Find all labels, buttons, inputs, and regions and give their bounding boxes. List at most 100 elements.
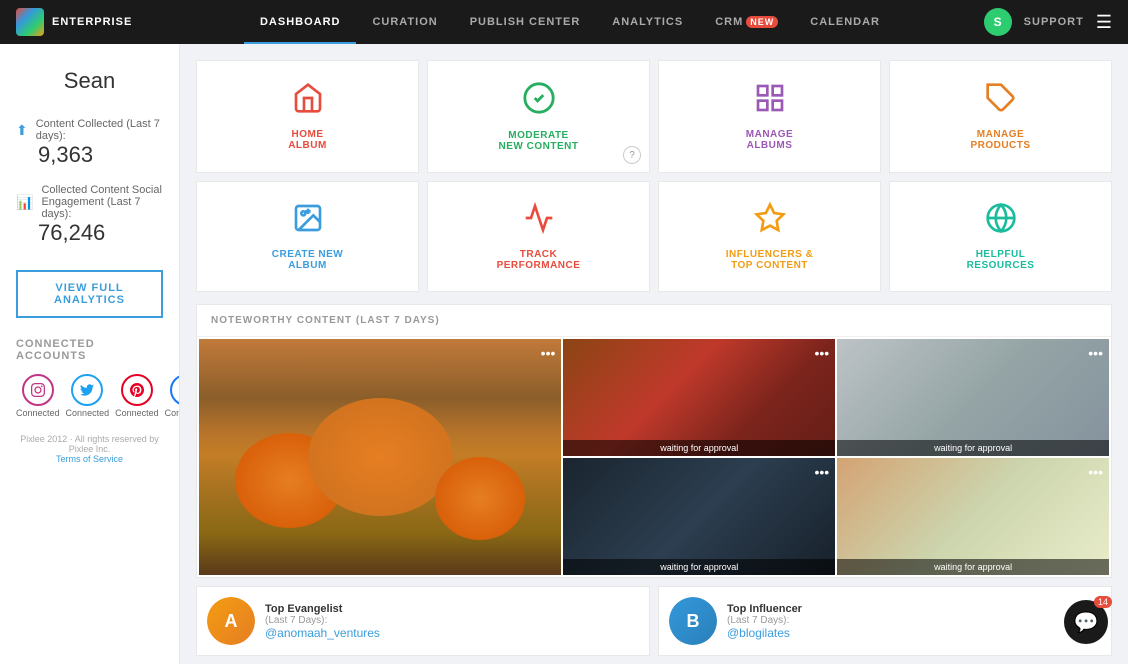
tile-home-album[interactable]: HOMEALBUM bbox=[196, 60, 419, 173]
help-icon[interactable]: ? bbox=[623, 146, 641, 164]
support-link[interactable]: SUPPORT bbox=[1024, 16, 1084, 28]
moderate-icon bbox=[522, 81, 556, 122]
tile-helpful[interactable]: HELPFULRESOURCES bbox=[889, 181, 1112, 292]
influencer-handle[interactable]: @blogilates bbox=[727, 626, 802, 640]
stat-engagement-value: 76,246 bbox=[16, 220, 163, 246]
influencers-icon bbox=[754, 202, 786, 241]
tile-manage-products[interactable]: MANAGEPRODUCTS bbox=[889, 60, 1112, 173]
chart-icon: 📊 bbox=[16, 194, 33, 211]
image-status-2: waiting for approval bbox=[563, 440, 835, 456]
influencer-period: (Last 7 Days): bbox=[727, 615, 802, 626]
instagram-status: Connected bbox=[16, 408, 60, 418]
image-options-5-icon[interactable]: ••• bbox=[1088, 464, 1103, 480]
stat-engagement-header: 📊 Collected Content Social Engagement (L… bbox=[16, 184, 163, 220]
facebook-icon[interactable] bbox=[170, 374, 180, 406]
noteworthy-section: NOTEWORTHY CONTENT (LAST 7 DAYS) ••• bbox=[196, 304, 1112, 578]
helpful-icon bbox=[985, 202, 1017, 241]
nav-right: S SUPPORT ☰ bbox=[984, 8, 1112, 36]
stat-engagement-label: Collected Content Social Engagement (Las… bbox=[41, 184, 163, 220]
view-full-analytics-button[interactable]: VIEW FULL ANALYTICS bbox=[16, 270, 163, 318]
user-avatar[interactable]: S bbox=[984, 8, 1012, 36]
nav-curation[interactable]: CURATION bbox=[356, 0, 453, 44]
tile-create-album[interactable]: CREATE NEWALBUM bbox=[196, 181, 419, 292]
noteworthy-image-tech[interactable]: ••• waiting for approval bbox=[563, 458, 835, 575]
social-accounts: Connected Connected Connected bbox=[16, 374, 163, 418]
tile-create-album-label: CREATE NEWALBUM bbox=[272, 249, 343, 271]
nav-links: DASHBOARD CURATION PUBLISH CENTER ANALYT… bbox=[156, 0, 983, 44]
home-icon bbox=[292, 82, 324, 121]
evangelist-period: (Last 7 Days): bbox=[265, 615, 380, 626]
connected-accounts-header: CONNECTED ACCOUNTS bbox=[16, 338, 163, 362]
track-icon bbox=[523, 202, 555, 241]
noteworthy-image-spa[interactable]: ••• waiting for approval bbox=[837, 458, 1109, 575]
noteworthy-header: NOTEWORTHY CONTENT (LAST 7 DAYS) bbox=[197, 305, 1111, 337]
manage-products-icon bbox=[985, 82, 1017, 121]
tile-manage-products-label: MANAGEPRODUCTS bbox=[970, 129, 1030, 151]
nav-calendar[interactable]: CALENDAR bbox=[794, 0, 896, 44]
tile-moderate-label: MODERATENEW CONTENT bbox=[499, 130, 579, 152]
facebook-status: Connected bbox=[165, 408, 180, 418]
noteworthy-image-large[interactable]: ••• bbox=[199, 339, 561, 575]
chat-bubble[interactable]: 💬 14 bbox=[1064, 600, 1108, 644]
stat-content-value: 9,363 bbox=[16, 142, 163, 168]
chat-badge: 14 bbox=[1094, 596, 1112, 608]
top-evangelist-card: A Top Evangelist (Last 7 Days): @anomaah… bbox=[196, 586, 650, 656]
social-instagram: Connected bbox=[16, 374, 60, 418]
tile-track[interactable]: TRACKPERFORMANCE bbox=[427, 181, 650, 292]
manage-albums-icon bbox=[754, 82, 786, 121]
pinterest-icon[interactable] bbox=[121, 374, 153, 406]
image-status-5: waiting for approval bbox=[837, 559, 1109, 575]
tile-manage-albums[interactable]: MANAGEALBUMS bbox=[658, 60, 881, 173]
stat-engagement: 📊 Collected Content Social Engagement (L… bbox=[16, 184, 163, 246]
nav-dashboard[interactable]: DASHBOARD bbox=[244, 0, 357, 44]
pinterest-status: Connected bbox=[115, 408, 159, 418]
sidebar: Sean ⬆ Content Collected (Last 7 days): … bbox=[0, 44, 180, 664]
stat-content-label: Content Collected (Last 7 days): bbox=[36, 118, 163, 142]
noteworthy-image-fashion[interactable]: ••• waiting for approval bbox=[563, 339, 835, 456]
image-status-4: waiting for approval bbox=[563, 559, 835, 575]
app-name: ENTERPRISE bbox=[52, 16, 132, 28]
tile-moderate[interactable]: MODERATENEW CONTENT ? bbox=[427, 60, 650, 173]
upload-icon: ⬆ bbox=[16, 122, 28, 139]
image-options-3-icon[interactable]: ••• bbox=[1088, 345, 1103, 361]
instagram-icon[interactable] bbox=[22, 374, 54, 406]
tile-manage-albums-label: MANAGEALBUMS bbox=[746, 129, 793, 151]
tile-influencers[interactable]: INFLUENCERS &TOP CONTENT bbox=[658, 181, 881, 292]
menu-icon[interactable]: ☰ bbox=[1096, 12, 1112, 33]
tiles-grid: HOMEALBUM MODERATENEW CONTENT ? bbox=[196, 60, 1112, 292]
noteworthy-image-room[interactable]: ••• waiting for approval bbox=[837, 339, 1109, 456]
twitter-icon[interactable] bbox=[71, 374, 103, 406]
evangelist-handle[interactable]: @anomaah_ventures bbox=[265, 626, 380, 640]
image-options-4-icon[interactable]: ••• bbox=[814, 464, 829, 480]
tile-influencers-label: INFLUENCERS &TOP CONTENT bbox=[726, 249, 814, 271]
nav-publish[interactable]: PUBLISH CENTER bbox=[454, 0, 597, 44]
stat-content-header: ⬆ Content Collected (Last 7 days): bbox=[16, 118, 163, 142]
tile-track-label: TRACKPERFORMANCE bbox=[497, 249, 581, 271]
footer-text: Pixlee 2012 · All rights reserved by Pix… bbox=[16, 434, 163, 464]
tos-link[interactable]: Terms of Service bbox=[56, 454, 123, 464]
top-navigation: ENTERPRISE DASHBOARD CURATION PUBLISH CE… bbox=[0, 0, 1128, 44]
nav-crm[interactable]: CRM NEW bbox=[699, 0, 794, 44]
app-logo[interactable]: ENTERPRISE bbox=[16, 8, 132, 36]
evangelist-type: Top Evangelist bbox=[265, 603, 380, 615]
tile-home-label: HOMEALBUM bbox=[288, 129, 327, 151]
image-options-2-icon[interactable]: ••• bbox=[814, 345, 829, 361]
social-pinterest: Connected bbox=[115, 374, 159, 418]
twitter-status: Connected bbox=[66, 408, 110, 418]
social-facebook: Connected bbox=[165, 374, 180, 418]
noteworthy-col-right: ••• waiting for approval ••• waiting for… bbox=[837, 339, 1109, 575]
logo-icon bbox=[16, 8, 44, 36]
evangelist-avatar: A bbox=[207, 597, 255, 645]
tile-helpful-label: HELPFULRESOURCES bbox=[967, 249, 1035, 271]
nav-analytics[interactable]: ANALYTICS bbox=[596, 0, 699, 44]
evangelist-info: Top Evangelist (Last 7 Days): @anomaah_v… bbox=[265, 603, 380, 640]
main-content: HOMEALBUM MODERATENEW CONTENT ? bbox=[180, 44, 1128, 664]
image-status-3: waiting for approval bbox=[837, 440, 1109, 456]
image-options-icon[interactable]: ••• bbox=[541, 345, 556, 361]
stat-content: ⬆ Content Collected (Last 7 days): 9,363 bbox=[16, 118, 163, 168]
bottom-cards: A Top Evangelist (Last 7 Days): @anomaah… bbox=[196, 586, 1112, 656]
influencer-avatar: B bbox=[669, 597, 717, 645]
create-album-icon bbox=[292, 202, 324, 241]
chat-icon: 💬 bbox=[1074, 610, 1099, 635]
page-layout: Sean ⬆ Content Collected (Last 7 days): … bbox=[0, 44, 1128, 664]
